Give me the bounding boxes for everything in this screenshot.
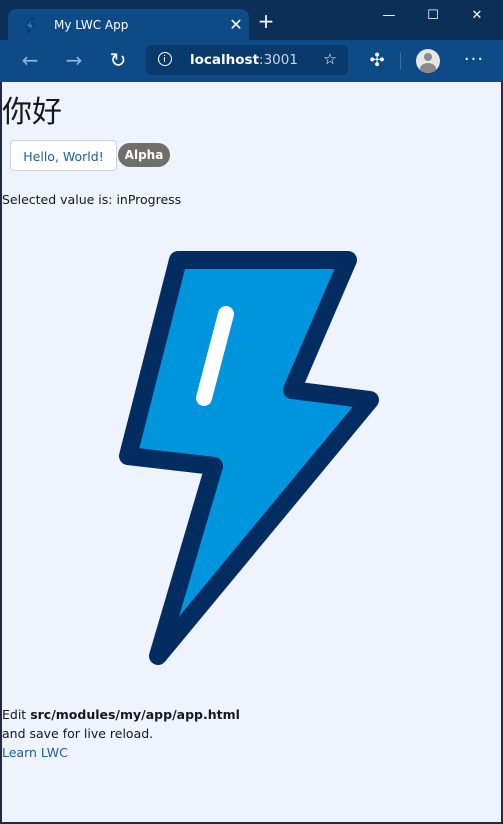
lightning-bolt-shape [119, 251, 379, 665]
save-instruction: and save for live reload. [2, 726, 154, 741]
maximize-icon[interactable]: ☐ [422, 8, 444, 28]
url-port: :3001 [259, 52, 298, 68]
lightning-icon [25, 18, 35, 34]
edit-file-path: src/modules/my/app/app.html [30, 707, 240, 722]
toolbar-divider [400, 52, 401, 70]
avatar-body [420, 63, 436, 73]
learn-lwc-link[interactable]: Learn LWC [2, 745, 68, 760]
minimize-icon[interactable]: — [378, 8, 400, 28]
page-greeting: 你好 [2, 95, 62, 130]
add-favorite-icon[interactable]: ☆ [320, 50, 340, 70]
profile-avatar[interactable] [416, 49, 440, 73]
hello-world-button[interactable]: Hello, World! [10, 140, 117, 171]
page-content: 你好 Hello, World! Alpha Selected value is… [2, 82, 501, 822]
forward-arrow-icon[interactable]: → [63, 50, 85, 72]
refresh-icon[interactable]: ↻ [107, 50, 129, 72]
selected-value-text: Selected value is: inProgress [2, 192, 182, 207]
lightning-logo [119, 251, 379, 665]
avatar-head [424, 53, 432, 61]
extensions-icon[interactable]: ✣ [366, 50, 388, 72]
new-tab-button[interactable]: + [256, 11, 276, 32]
back-arrow-icon[interactable]: ← [19, 50, 41, 72]
edit-prefix: Edit [2, 707, 31, 722]
tab-strip: My LWC App ✕ + — ☐ ✕ [0, 0, 503, 42]
address-bar[interactable]: localhost:3001 ☆ [146, 45, 348, 75]
alpha-badge: Alpha [118, 143, 170, 167]
address-url[interactable]: localhost:3001 [190, 52, 298, 68]
edit-instruction: Edit src/modules/my/app/app.html [2, 707, 240, 722]
more-options-icon[interactable]: ··· [463, 49, 485, 71]
browser-window: My LWC App ✕ + — ☐ ✕ ← → ↻ localhost:300… [0, 0, 503, 824]
close-tab-icon[interactable]: ✕ [226, 15, 246, 35]
url-host: localhost [190, 52, 260, 68]
site-info-icon[interactable] [158, 52, 172, 66]
tab-title: My LWC App [54, 18, 129, 32]
tab-my-lwc-app[interactable]: My LWC App ✕ [8, 9, 249, 42]
browser-toolbar: ← → ↻ localhost:3001 ☆ ✣ ··· [0, 40, 503, 82]
close-window-icon[interactable]: ✕ [466, 8, 488, 28]
